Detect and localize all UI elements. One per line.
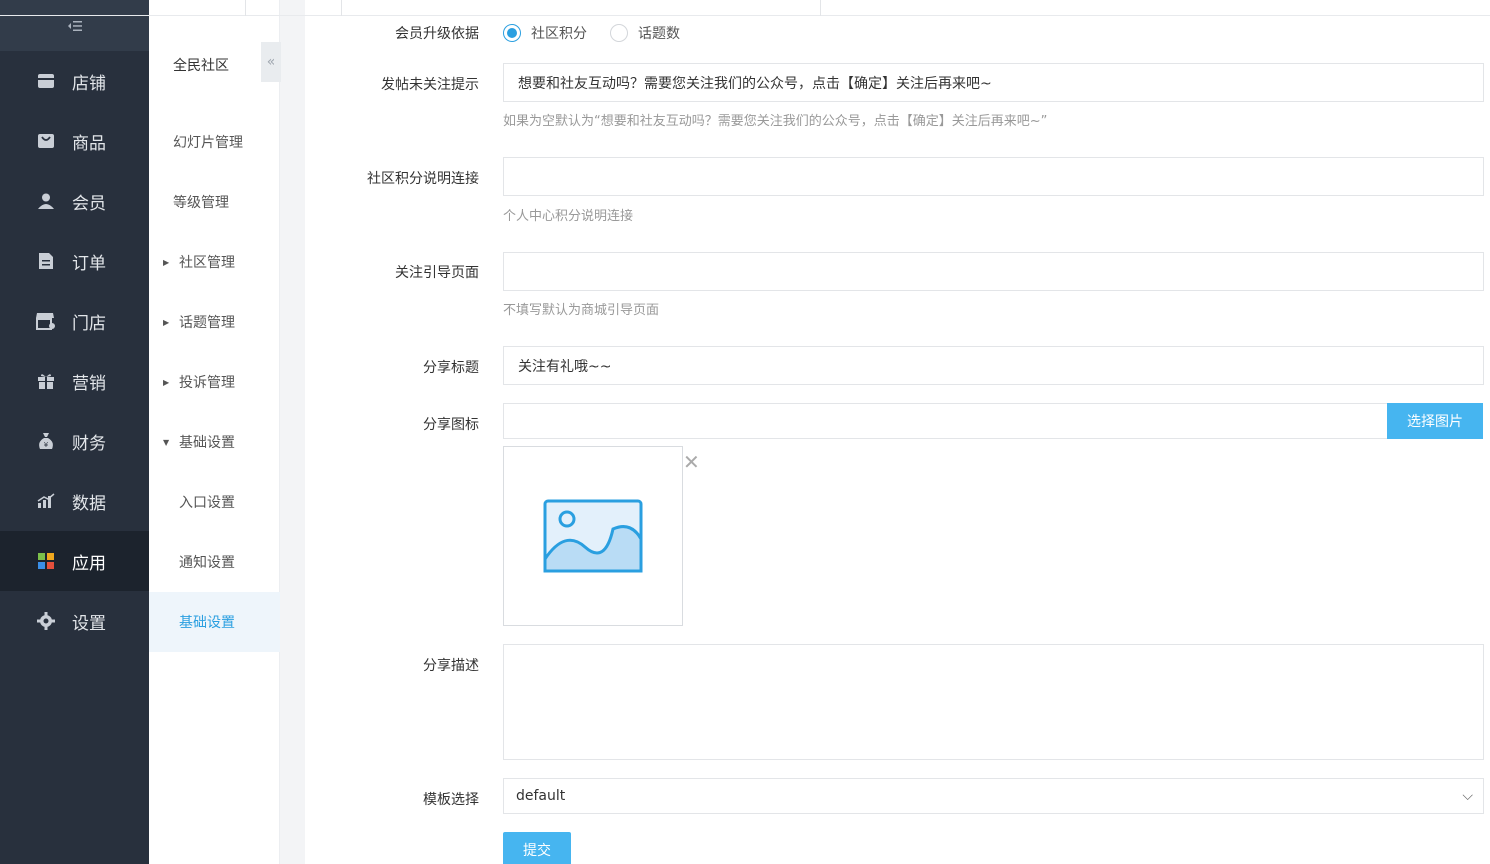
nav-label: 会员 — [72, 193, 106, 214]
radio-unchecked-icon — [610, 24, 628, 42]
points-link-help: 个人中心积分说明连接 — [503, 209, 634, 224]
nav-item-shop[interactable]: 门店 — [0, 291, 149, 351]
nav-item-goods[interactable]: 商品 — [0, 111, 149, 171]
select-image-button[interactable]: 选择图片 — [1387, 403, 1483, 439]
image-placeholder-icon — [543, 499, 643, 573]
subnav-label: 社区管理 — [179, 255, 235, 271]
points-link-label: 社区积分说明连接 — [367, 171, 479, 187]
close-icon[interactable]: ✕ — [683, 450, 700, 474]
app: 店铺 商品 会员 订单 门店 营销 ¥ 财务 数据 应用 设置 全民社区 幻灯片… — [0, 0, 1490, 864]
share-icon-input[interactable] — [503, 403, 1388, 439]
member-icon — [36, 191, 56, 211]
caret-right-icon: ▶ — [163, 257, 170, 267]
follow-page-help: 不填写默认为商城引导页面 — [503, 303, 660, 318]
nav-item-settings[interactable]: 设置 — [0, 591, 149, 651]
chevron-down-icon: ⌵ — [1462, 788, 1473, 804]
caret-right-icon: ▶ — [163, 377, 170, 387]
subnav-label: 话题管理 — [179, 315, 235, 331]
sub-nav: 全民社区 幻灯片管理 等级管理 ▶ 社区管理 ▶ 话题管理 ▶ 投诉管理 ▼ 基… — [149, 0, 280, 864]
nav-item-marketing[interactable]: 营销 — [0, 351, 149, 411]
subnav-label: 投诉管理 — [179, 375, 235, 391]
subnav-item-complaints[interactable]: ▶ 投诉管理 — [149, 352, 280, 412]
nav-item-store[interactable]: 店铺 — [0, 51, 149, 111]
nav-item-finance[interactable]: ¥ 财务 — [0, 411, 149, 471]
subnav-item-basic-settings[interactable]: 基础设置 — [149, 592, 280, 652]
radio-points[interactable]: 社区积分 — [503, 23, 587, 43]
share-title-label: 分享标题 — [423, 360, 479, 376]
share-desc-textarea[interactable] — [503, 644, 1484, 760]
template-selected-value: default — [516, 788, 566, 804]
divider — [245, 0, 246, 16]
store-icon — [36, 71, 56, 91]
radio-label: 社区积分 — [531, 26, 587, 42]
collapse-subnav-button[interactable]: « — [261, 42, 281, 82]
follow-page-input[interactable] — [503, 252, 1484, 291]
caret-right-icon: ▶ — [163, 317, 170, 327]
gift-icon — [36, 371, 56, 391]
double-chevron-left-icon: « — [266, 54, 276, 70]
points-link-input[interactable] — [503, 157, 1484, 196]
nav-item-data[interactable]: 数据 — [0, 471, 149, 531]
image-preview — [503, 446, 683, 626]
nav-label: 设置 — [72, 613, 106, 634]
main-content: 会员升级依据 社区积分 话题数 发帖未关注提示 想要和社友互动吗？需要您关注我们… — [0, 0, 1490, 864]
nav-label: 营销 — [72, 373, 106, 394]
nav-label: 订单 — [72, 253, 106, 274]
template-select[interactable]: default ⌵ — [503, 778, 1484, 814]
subnav-item-notify[interactable]: 通知设置 — [149, 532, 280, 592]
subnav-label: 幻灯片管理 — [173, 135, 243, 151]
nav-label: 店铺 — [72, 73, 106, 94]
follow-tip-input[interactable]: 想要和社友互动吗？需要您关注我们的公众号，点击【确定】关注后再来吧~ — [503, 63, 1484, 102]
follow-tip-help: 如果为空默认为“想要和社友互动吗？需要您关注我们的公众号，点击【确定】关注后再来… — [503, 114, 1048, 129]
follow-page-label: 关注引导页面 — [395, 265, 479, 281]
goods-icon — [36, 131, 56, 151]
divider — [820, 0, 821, 16]
bar-chart-icon — [36, 491, 56, 511]
share-icon-label: 分享图标 — [423, 417, 479, 433]
subnav-item-community[interactable]: ▶ 社区管理 — [149, 232, 280, 292]
nav-item-apps[interactable]: 应用 — [0, 531, 149, 591]
nav-label: 数据 — [72, 493, 106, 514]
money-bag-icon: ¥ — [36, 431, 56, 451]
shop-icon — [36, 311, 56, 331]
radio-checked-icon — [503, 24, 521, 42]
nav-label: 商品 — [72, 133, 106, 154]
subnav-title: 全民社区 — [173, 58, 229, 74]
gear-icon — [36, 611, 56, 631]
main-nav: 店铺 商品 会员 订单 门店 营销 ¥ 财务 数据 应用 设置 — [0, 0, 149, 864]
order-icon — [36, 251, 56, 271]
svg-text:¥: ¥ — [44, 441, 49, 449]
nav-item-member[interactable]: 会员 — [0, 171, 149, 231]
subnav-label: 入口设置 — [179, 495, 235, 511]
subnav-item-levels[interactable]: 等级管理 — [149, 172, 280, 232]
submit-button[interactable]: 提交 — [503, 832, 571, 864]
subnav-label: 通知设置 — [179, 555, 235, 571]
subnav-label: 等级管理 — [173, 195, 229, 211]
subnav-label: 基础设置 — [179, 435, 235, 451]
subnav-item-basic-group[interactable]: ▼ 基础设置 — [149, 412, 280, 472]
share-desc-label: 分享描述 — [423, 658, 479, 674]
subnav-label: 基础设置 — [179, 615, 235, 631]
nav-item-order[interactable]: 订单 — [0, 231, 149, 291]
nav-label: 门店 — [72, 313, 106, 334]
apps-icon — [36, 551, 56, 571]
share-title-input[interactable]: 关注有礼哦~~ — [503, 346, 1484, 385]
caret-down-icon: ▼ — [163, 437, 170, 447]
upgrade-label: 会员升级依据 — [395, 26, 479, 42]
subnav-item-entry[interactable]: 入口设置 — [149, 472, 280, 532]
subnav-item-slides[interactable]: 幻灯片管理 — [149, 112, 280, 172]
radio-topics[interactable]: 话题数 — [610, 23, 680, 43]
follow-tip-label: 发帖未关注提示 — [381, 77, 479, 93]
nav-label: 应用 — [72, 553, 106, 574]
template-label: 模板选择 — [423, 792, 479, 808]
nav-label: 财务 — [72, 433, 106, 454]
top-tab-bar — [0, 0, 1490, 16]
divider — [341, 0, 342, 16]
subnav-item-topics[interactable]: ▶ 话题管理 — [149, 292, 280, 352]
radio-label: 话题数 — [638, 26, 680, 42]
